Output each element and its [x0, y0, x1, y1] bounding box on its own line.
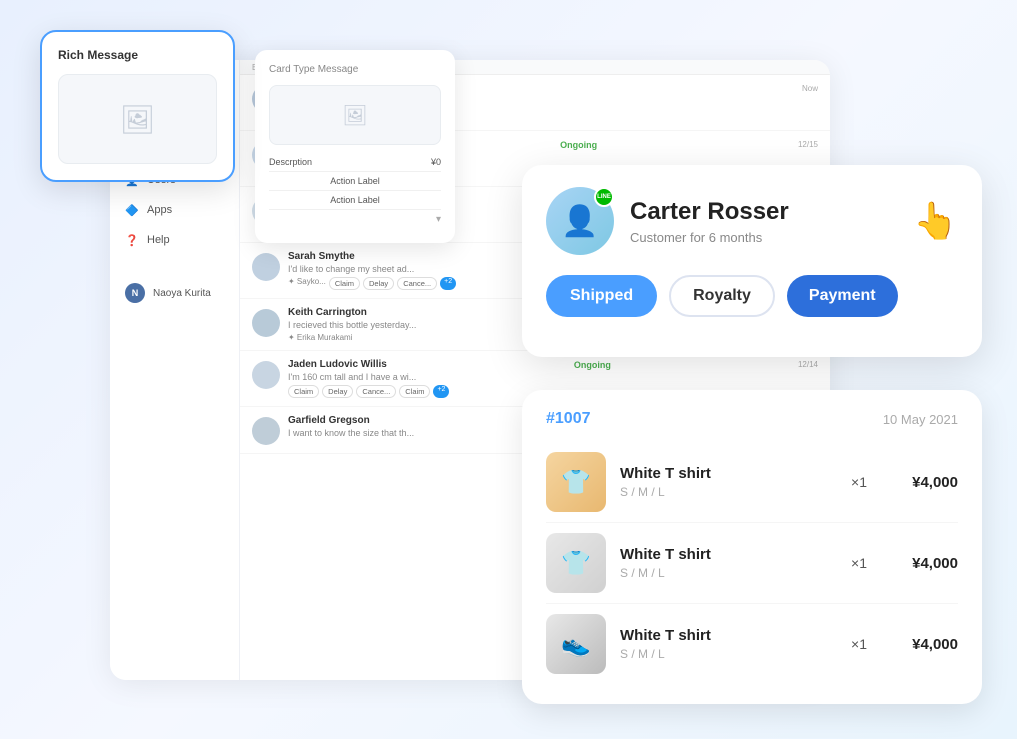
product-price: ¥4,000 [888, 555, 958, 572]
card-description-label: Descrption [269, 157, 312, 167]
avatar [252, 253, 280, 281]
chevron-down-icon: ▾ [436, 214, 441, 225]
tag: Claim [399, 385, 430, 398]
product-variant: S / M / L [620, 647, 830, 661]
tag: Cance... [397, 277, 437, 290]
order-date: 10 May 2021 [883, 412, 958, 427]
status-badge: Ongoing [560, 140, 597, 150]
chat-preview: I recieved this bottle yesterday... [288, 320, 488, 330]
avatar [252, 361, 280, 389]
order-item-details: White T shirt S / M / L [620, 546, 830, 580]
customer-info: Carter Rosser Customer for 6 months [630, 198, 897, 245]
assignee-label: ✦ Sayko... [288, 277, 326, 290]
line-badge: LINE [594, 187, 614, 207]
person-icon: 👤 [561, 204, 598, 239]
tag: Claim [329, 277, 360, 290]
cursor-icon: 👆 [913, 200, 958, 242]
sidebar-item-apps-label: Apps [147, 204, 172, 216]
card-description-value: ¥0 [431, 157, 441, 167]
help-icon: ❓ [125, 233, 139, 247]
card-action-btn-1[interactable]: Action Label [269, 172, 441, 191]
rich-message-card: Rich Message 🖼 [40, 30, 235, 182]
sidebar-user-name: Naoya Kurita [153, 288, 211, 299]
badge: +2 [433, 385, 449, 398]
product-name: White T shirt [620, 627, 830, 644]
card-type-card: Card Type Message 🖼 Descrption ¥0 Action… [255, 50, 455, 243]
main-container: Account 🏢 Accounts 🏪 Stores 👤 Users 🔷 Ap… [0, 0, 1017, 739]
product-name: White T shirt [620, 546, 830, 563]
shipped-button[interactable]: Shipped [546, 275, 657, 317]
sidebar-item-help-label: Help [147, 234, 170, 246]
tag: Claim [288, 385, 319, 398]
product-variant: S / M / L [620, 566, 830, 580]
product-variant: S / M / L [620, 485, 830, 499]
chat-name: Keith Carrington [288, 307, 367, 318]
card-dropdown-row: ▾ [269, 210, 441, 229]
card-image-box: 🖼 [269, 85, 441, 145]
chat-name: Garfield Gregson [288, 415, 370, 426]
line-badge-label: LINE [597, 194, 611, 200]
action-buttons: Shipped Royalty Payment [546, 275, 958, 317]
rich-message-title: Rich Message [58, 48, 217, 62]
product-qty: ×1 [844, 474, 874, 490]
apps-icon: 🔷 [125, 203, 139, 217]
product-name: White T shirt [620, 465, 830, 482]
order-item-details: White T shirt S / M / L [620, 627, 830, 661]
chat-name: Sarah Smythe [288, 251, 355, 262]
product-image: 👕 [546, 452, 606, 512]
order-item: 👟 White T shirt S / M / L ×1 ¥4,000 [546, 604, 958, 684]
avatar [252, 417, 280, 445]
card-type-title: Card Type Message [269, 64, 441, 75]
chat-time: 12/15 [798, 140, 818, 149]
chat-preview: I want to know the size that th... [288, 428, 488, 438]
sidebar-user: N Naoya Kurita [110, 275, 239, 311]
customer-profile-card: 👤 LINE Carter Rosser Customer for 6 mont… [522, 165, 982, 357]
order-item: 👕 White T shirt S / M / L ×1 ¥4,000 [546, 442, 958, 523]
product-image: 👕 [546, 533, 606, 593]
order-item-details: White T shirt S / M / L [620, 465, 830, 499]
order-card: #1007 10 May 2021 👕 White T shirt S / M … [522, 390, 982, 704]
card-image-placeholder-icon: 🖼 [342, 103, 367, 128]
customer-name: Carter Rosser [630, 198, 897, 226]
assignee-label: ✦ Erika Murakami [288, 333, 353, 342]
chat-preview: I'm 160 cm tall and I have a wi... [288, 372, 488, 382]
image-placeholder-icon: 🖼 [120, 103, 156, 136]
status-badge: Ongoing [574, 360, 611, 370]
royalty-button[interactable]: Royalty [669, 275, 775, 317]
card-description-row: Descrption ¥0 [269, 153, 441, 172]
order-id: #1007 [546, 410, 591, 428]
rich-message-image-box: 🖼 [58, 74, 217, 164]
product-qty: ×1 [844, 636, 874, 652]
product-image: 👟 [546, 614, 606, 674]
badge: +2 [440, 277, 456, 290]
customer-avatar-wrap: 👤 LINE [546, 187, 614, 255]
product-price: ¥4,000 [888, 636, 958, 653]
tag: Delay [322, 385, 353, 398]
chat-name: Jaden Ludovic Willis [288, 359, 387, 370]
card-action-btn-2[interactable]: Action Label [269, 191, 441, 210]
product-qty: ×1 [844, 555, 874, 571]
sidebar-item-help[interactable]: ❓ Help [110, 225, 239, 255]
product-price: ¥4,000 [888, 474, 958, 491]
chat-preview: I'd like to change my sheet ad... [288, 264, 488, 274]
avatar: N [125, 283, 145, 303]
avatar [252, 309, 280, 337]
chat-time: Now [802, 84, 818, 93]
customer-subtitle: Customer for 6 months [630, 230, 897, 245]
chat-time: 12/14 [798, 360, 818, 369]
sidebar-item-apps[interactable]: 🔷 Apps [110, 195, 239, 225]
tag: Delay [363, 277, 394, 290]
order-header: #1007 10 May 2021 [546, 410, 958, 428]
tag: Cance... [356, 385, 396, 398]
order-item: 👕 White T shirt S / M / L ×1 ¥4,000 [546, 523, 958, 604]
customer-header: 👤 LINE Carter Rosser Customer for 6 mont… [546, 187, 958, 255]
payment-button[interactable]: Payment [787, 275, 898, 317]
